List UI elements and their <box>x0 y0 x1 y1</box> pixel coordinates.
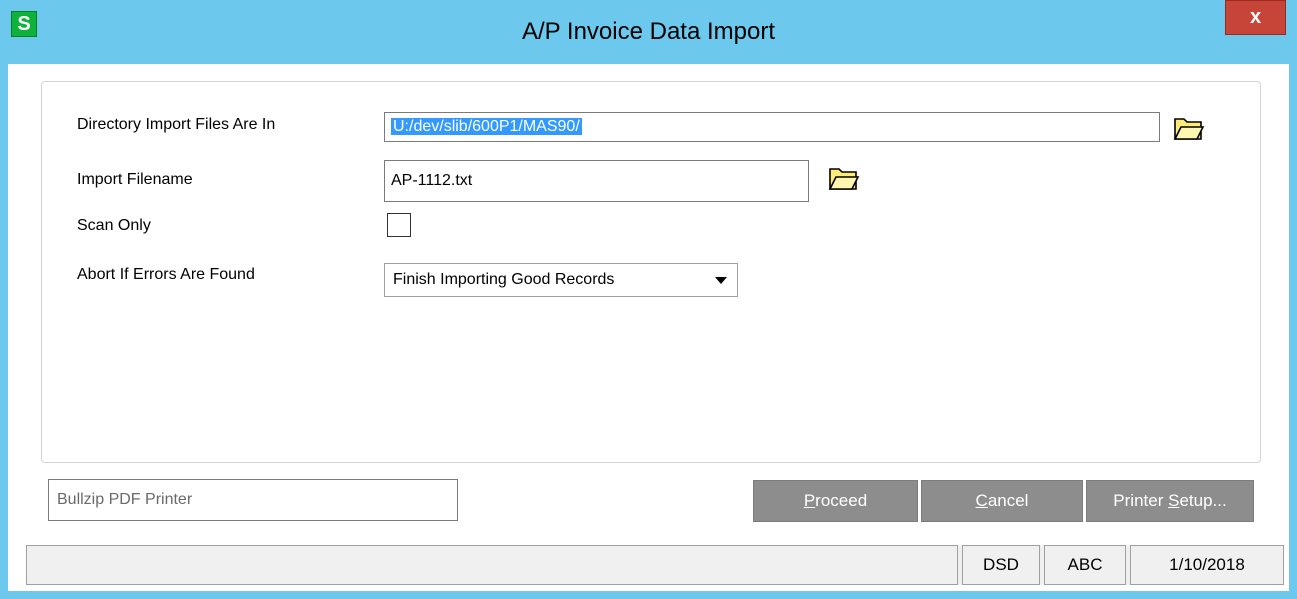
status-company: ABC <box>1044 545 1126 585</box>
abort-label: Abort If Errors Are Found <box>77 266 255 283</box>
proceed-button[interactable]: Proceed <box>753 480 918 522</box>
cancel-button[interactable]: Cancel <box>921 480 1083 522</box>
scan-only-checkbox[interactable] <box>387 213 411 237</box>
directory-input[interactable]: U:/dev/slib/600P1/MAS90/ <box>384 112 1160 142</box>
filename-browse-folder-icon[interactable] <box>828 165 860 191</box>
status-bar: DSD ABC 1/10/2018 <box>26 545 1284 585</box>
printer-setup-button[interactable]: Printer Setup... <box>1086 480 1254 522</box>
window-title: A/P Invoice Data Import <box>521 18 775 45</box>
directory-browse-folder-icon[interactable] <box>1173 115 1205 141</box>
dropdown-arrow-icon <box>715 277 727 284</box>
scan-only-label: Scan Only <box>77 217 151 234</box>
dialog-body: Directory Import Files Are In U:/dev/sli… <box>8 64 1289 591</box>
import-settings-group: Directory Import Files Are In U:/dev/sli… <box>41 81 1261 463</box>
filename-input[interactable]: AP-1112.txt <box>384 160 809 202</box>
directory-label: Directory Import Files Are In <box>77 116 276 133</box>
close-button[interactable]: x <box>1225 0 1286 35</box>
abort-dropdown[interactable]: Finish Importing Good Records <box>384 263 738 297</box>
status-module: DSD <box>962 545 1040 585</box>
status-date: 1/10/2018 <box>1130 545 1284 585</box>
filename-label: Import Filename <box>77 171 193 188</box>
printer-name-field[interactable]: Bullzip PDF Printer <box>48 479 458 521</box>
abort-dropdown-value: Finish Importing Good Records <box>393 271 615 288</box>
status-message <box>26 545 958 585</box>
directory-value: U:/dev/slib/600P1/MAS90/ <box>391 118 582 135</box>
dialog-window: S A/P Invoice Data Import x Directory Im… <box>0 0 1297 599</box>
